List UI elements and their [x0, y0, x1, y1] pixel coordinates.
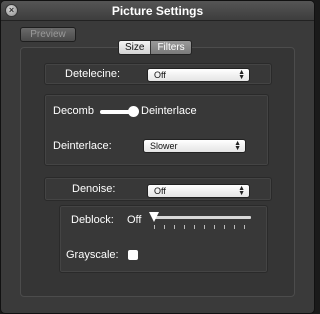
deinterlace-label: Deinterlace:: [53, 140, 112, 152]
up-down-arrows-icon: ▲ ▼: [234, 140, 241, 152]
picture-settings-window: × Picture Settings Preview Size Filters …: [0, 0, 315, 314]
detelecine-value: Off: [154, 70, 166, 80]
tab-bar: Size Filters: [118, 40, 192, 55]
denoise-popup[interactable]: Off ▲ ▼: [147, 184, 250, 198]
denoise-value: Off: [154, 186, 166, 196]
deblock-value: Off: [127, 214, 142, 226]
deblock-slider-ticks: [154, 225, 250, 229]
deinterlace-popup[interactable]: Slower ▲ ▼: [143, 139, 246, 153]
tab-size[interactable]: Size: [119, 41, 151, 54]
title-bar[interactable]: × Picture Settings: [1, 1, 314, 21]
preview-button[interactable]: Preview: [20, 27, 76, 42]
deblock-label: Deblock:: [71, 214, 114, 226]
detelecine-label: Detelecine:: [65, 68, 121, 80]
tab-filters[interactable]: Filters: [150, 41, 191, 54]
deinterlace-option-label: Deinterlace: [141, 105, 197, 117]
deblock-slider-track[interactable]: [153, 216, 251, 219]
deinterlace-value: Slower: [150, 141, 178, 151]
decomb-label: Decomb: [53, 105, 94, 117]
deblock-slider-thumb[interactable]: [149, 212, 159, 222]
up-down-arrows-icon: ▲ ▼: [238, 69, 245, 81]
up-down-arrows-icon: ▲ ▼: [238, 185, 245, 197]
window-title: Picture Settings: [111, 4, 204, 18]
detelecine-popup[interactable]: Off ▲ ▼: [147, 68, 250, 82]
denoise-label: Denoise:: [72, 183, 116, 195]
grayscale-checkbox[interactable]: [128, 250, 138, 260]
switch-knob[interactable]: [128, 106, 139, 117]
grayscale-label: Grayscale:: [66, 249, 119, 261]
